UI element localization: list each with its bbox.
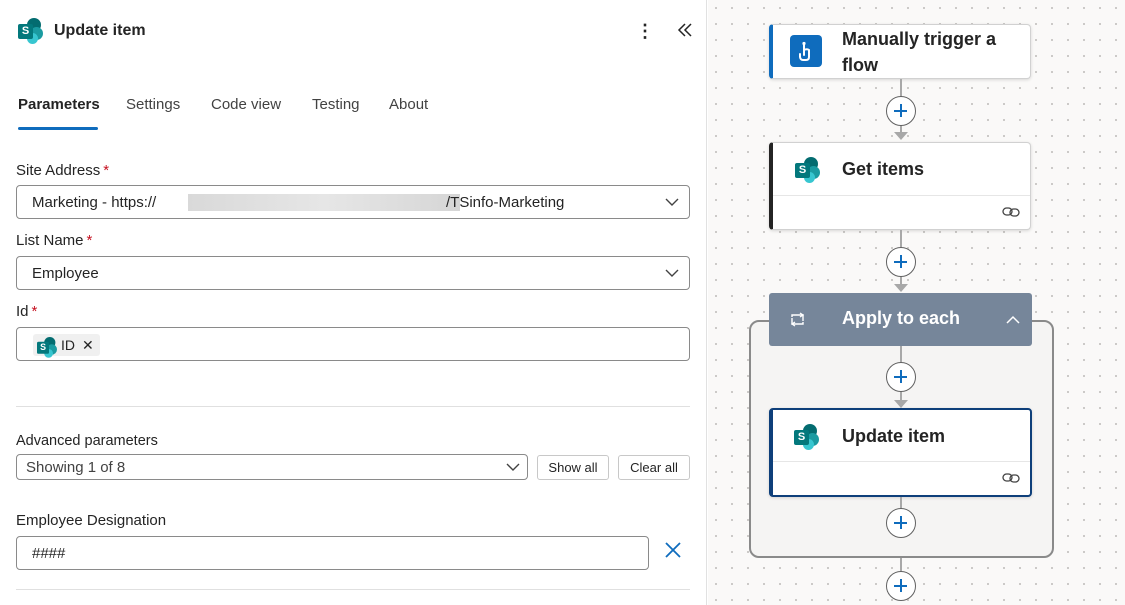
- sharepoint-icon: S: [794, 424, 820, 450]
- connector-arrow: [894, 400, 908, 408]
- apply-to-each-title: Apply to each: [842, 308, 961, 328]
- hand-tap-icon: [790, 35, 822, 67]
- chevron-down-icon: [506, 463, 520, 471]
- tab-code-view[interactable]: Code view: [211, 96, 281, 130]
- collapse-panel-icon[interactable]: [674, 19, 696, 41]
- divider: [16, 406, 690, 407]
- get-items-card[interactable]: S Get items: [769, 142, 1031, 230]
- dynamic-content-token[interactable]: S ID ✕: [33, 334, 100, 358]
- chevron-down-icon: [665, 269, 679, 277]
- active-tab-indicator: [18, 127, 98, 130]
- tab-about[interactable]: About: [389, 96, 428, 130]
- plus-icon[interactable]: [886, 362, 916, 392]
- site-address-suffix: /TSinfo-Marketing: [446, 194, 565, 211]
- tab-testing[interactable]: Testing: [312, 96, 360, 130]
- apply-to-each-header[interactable]: Apply to each: [769, 293, 1032, 346]
- employee-designation-value: ####: [32, 545, 66, 562]
- plus-icon[interactable]: [886, 247, 916, 277]
- card-footer: [773, 461, 1030, 495]
- employee-designation-input[interactable]: ####: [16, 536, 649, 570]
- plus-icon[interactable]: [886, 571, 916, 601]
- list-name-dropdown[interactable]: Employee: [16, 256, 690, 290]
- trigger-card[interactable]: Manually trigger a flow: [769, 24, 1031, 79]
- close-icon[interactable]: [663, 540, 683, 560]
- close-icon[interactable]: ✕: [82, 337, 94, 354]
- required-mark: *: [86, 232, 93, 249]
- trigger-title: Manually trigger a flow: [842, 29, 997, 75]
- employee-designation-label: Employee Designation: [16, 512, 167, 529]
- chevron-down-icon: [665, 198, 679, 206]
- update-item-title: Update item: [842, 426, 946, 446]
- tab-bar: Parameters Settings Code view Testing Ab…: [18, 96, 698, 132]
- chevron-up-icon[interactable]: [1005, 313, 1021, 327]
- list-name-label: List Name *: [16, 232, 93, 249]
- loop-icon: [790, 312, 805, 327]
- tab-parameters[interactable]: Parameters: [18, 96, 100, 130]
- id-label: Id *: [16, 303, 38, 320]
- divider: [16, 589, 690, 590]
- card-footer: [773, 195, 1030, 229]
- sharepoint-icon: S: [37, 337, 57, 358]
- panel-title: Update item: [54, 22, 146, 39]
- clear-all-button[interactable]: Clear all: [618, 455, 690, 480]
- get-items-title: Get items: [842, 159, 925, 179]
- connector-arrow: [894, 132, 908, 140]
- link-icon: [1002, 473, 1020, 483]
- advanced-parameters-value: Showing 1 of 8: [26, 459, 126, 476]
- action-details-panel: S Update item ⋮ Parameters Settings Code…: [0, 0, 707, 605]
- update-item-card[interactable]: S Update item: [769, 408, 1032, 497]
- tab-settings[interactable]: Settings: [126, 96, 180, 130]
- id-input[interactable]: S ID ✕: [16, 327, 690, 361]
- show-all-button[interactable]: Show all: [537, 455, 609, 480]
- flow-canvas[interactable]: Manually trigger a flow S Get items Appl…: [708, 0, 1125, 605]
- advanced-parameters-label: Advanced parameters: [16, 433, 158, 449]
- required-mark: *: [103, 162, 110, 179]
- connector: [900, 558, 902, 572]
- panel-header: S Update item ⋮: [0, 0, 706, 62]
- sharepoint-icon: S: [795, 157, 821, 183]
- sharepoint-icon: S: [18, 18, 44, 44]
- more-vertical-icon[interactable]: ⋮: [636, 20, 654, 42]
- required-mark: *: [31, 303, 38, 320]
- advanced-parameters-dropdown[interactable]: Showing 1 of 8: [16, 454, 528, 480]
- plus-icon[interactable]: [886, 96, 916, 126]
- token-label: ID: [61, 337, 75, 353]
- plus-icon[interactable]: [886, 508, 916, 538]
- site-address-label: Site Address *: [16, 162, 110, 179]
- site-address-dropdown[interactable]: Marketing - https:// /TSinfo-Marketing: [16, 185, 690, 219]
- list-name-value: Employee: [32, 265, 99, 282]
- redacted-url: [188, 194, 460, 211]
- link-icon: [1002, 207, 1020, 217]
- site-address-prefix: Marketing - https://: [32, 194, 157, 211]
- connector-arrow: [894, 284, 908, 292]
